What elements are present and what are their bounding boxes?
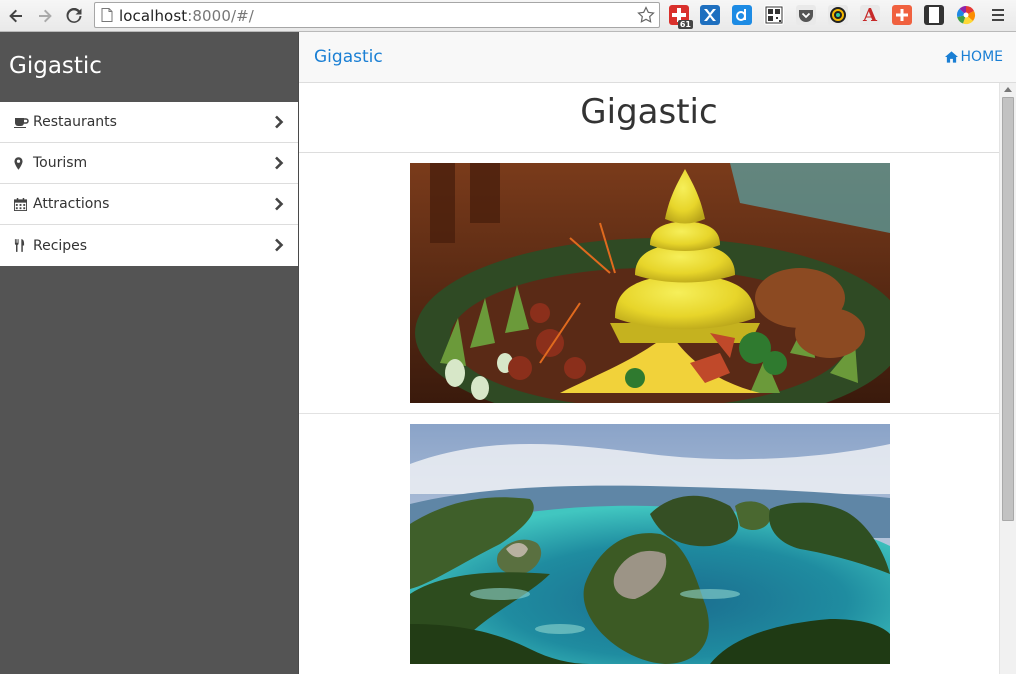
sidebar-menu: Restaurants Tourism Attractions Recipes bbox=[0, 102, 298, 266]
page-title: Gigastic bbox=[299, 83, 999, 153]
extension-d-icon[interactable] bbox=[732, 5, 752, 25]
top-navbar: Gigastic HOME bbox=[299, 32, 1016, 83]
extension-rainbow-icon[interactable] bbox=[956, 5, 976, 25]
address-url[interactable]: localhost:8000/#/ bbox=[119, 7, 254, 25]
sidebar-item-recipes[interactable]: Recipes bbox=[0, 225, 298, 266]
reload-icon bbox=[66, 8, 82, 23]
chevron-right-icon bbox=[275, 156, 284, 170]
forward-button[interactable] bbox=[34, 5, 56, 27]
navbar-brand[interactable]: Gigastic bbox=[314, 47, 383, 67]
sidebar-item-label: Tourism bbox=[33, 155, 88, 171]
sidebar-item-label: Attractions bbox=[33, 196, 110, 212]
yellow-rice-cone-dish-photo[interactable] bbox=[410, 163, 890, 403]
extension-cross-x-icon[interactable] bbox=[700, 5, 720, 25]
chevron-right-icon bbox=[275, 197, 284, 211]
scroll-thumb[interactable] bbox=[1002, 97, 1014, 521]
sidebar-title: Gigastic bbox=[9, 53, 102, 79]
cutlery-icon bbox=[14, 239, 29, 253]
page-icon bbox=[101, 8, 113, 22]
home-link[interactable]: HOME bbox=[944, 49, 1003, 65]
main-panel: Gigastic HOME Gigastic bbox=[299, 32, 1016, 674]
extension-qr-icon[interactable] bbox=[764, 5, 784, 25]
extension-red-cross-icon[interactable]: 61 bbox=[669, 5, 693, 29]
vertical-scrollbar[interactable] bbox=[999, 83, 1016, 674]
forward-arrow-icon bbox=[39, 9, 52, 23]
browser-menu-icon[interactable] bbox=[988, 5, 1008, 25]
card-tourism[interactable] bbox=[299, 414, 999, 674]
sidebar-item-label: Recipes bbox=[33, 237, 88, 254]
chevron-right-icon bbox=[275, 238, 284, 252]
address-bar[interactable]: localhost:8000/#/ bbox=[94, 2, 660, 28]
card-food[interactable] bbox=[299, 153, 999, 414]
home-icon bbox=[944, 51, 958, 63]
content-area: Gigastic bbox=[299, 83, 999, 674]
extension-film-icon[interactable] bbox=[924, 5, 944, 25]
extension-font-a-icon[interactable]: A bbox=[860, 5, 880, 26]
calendar-icon bbox=[14, 197, 29, 211]
sidebar-item-attractions[interactable]: Attractions bbox=[0, 184, 298, 225]
tropical-islands-lagoon-photo[interactable] bbox=[410, 424, 890, 664]
back-button[interactable] bbox=[5, 5, 27, 27]
chevron-right-icon bbox=[275, 115, 284, 129]
sidebar-item-tourism[interactable]: Tourism bbox=[0, 143, 298, 184]
map-marker-icon bbox=[14, 156, 29, 170]
coffee-icon bbox=[14, 115, 29, 129]
bookmark-star-icon[interactable] bbox=[637, 6, 655, 24]
extension-color-wheel-icon[interactable] bbox=[828, 5, 848, 25]
home-label: HOME bbox=[960, 49, 1003, 65]
reload-button[interactable] bbox=[63, 5, 85, 27]
extension-pocket-icon[interactable] bbox=[796, 5, 816, 25]
sidebar: Gigastic Restaurants Tourism Attractions bbox=[0, 32, 299, 674]
extension-plus-icon[interactable] bbox=[892, 5, 912, 25]
sidebar-item-restaurants[interactable]: Restaurants bbox=[0, 102, 298, 143]
browser-toolbar: localhost:8000/#/ 61 A bbox=[0, 0, 1016, 32]
scroll-up-arrow-icon[interactable] bbox=[1004, 87, 1012, 92]
extension-badge: 61 bbox=[677, 20, 693, 29]
sidebar-item-label: Restaurants bbox=[33, 114, 117, 130]
back-arrow-icon bbox=[9, 9, 22, 23]
